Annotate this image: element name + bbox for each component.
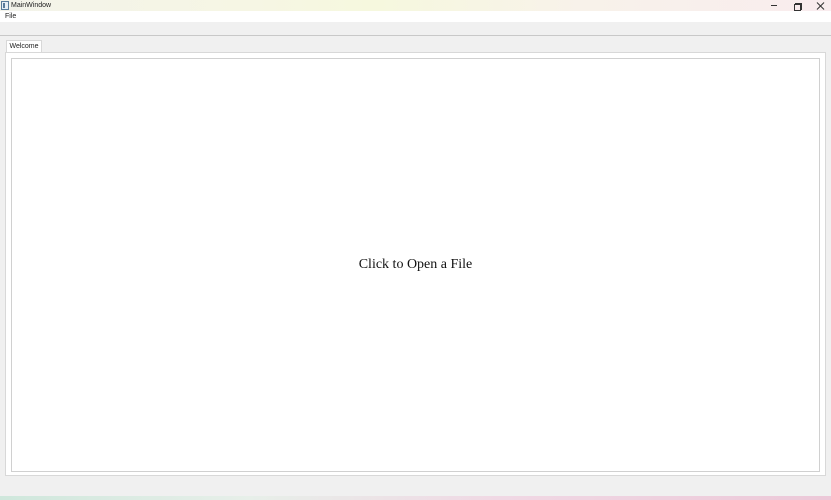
title-bar[interactable]: MainWindow [0, 0, 831, 11]
open-file-area[interactable]: Click to Open a File [11, 58, 820, 472]
minimize-button[interactable] [763, 0, 785, 11]
maximize-button[interactable] [786, 0, 808, 11]
window-title: MainWindow [11, 2, 52, 9]
menu-file[interactable]: File [2, 11, 19, 22]
main-window: MainWindow File Welcome Click to Open a … [0, 0, 831, 500]
tab-welcome[interactable]: Welcome [6, 40, 42, 52]
taskbar-edge [0, 496, 831, 500]
app-icon [1, 1, 9, 10]
restore-icon [794, 2, 802, 11]
minimize-icon [771, 5, 777, 6]
close-button[interactable] [809, 0, 831, 11]
toolbar-area [0, 22, 831, 36]
close-icon [816, 2, 824, 10]
open-file-prompt[interactable]: Click to Open a File [359, 257, 473, 273]
status-bar [0, 480, 831, 496]
menu-bar: File [0, 11, 831, 22]
tab-pane-welcome: Click to Open a File [5, 52, 826, 476]
